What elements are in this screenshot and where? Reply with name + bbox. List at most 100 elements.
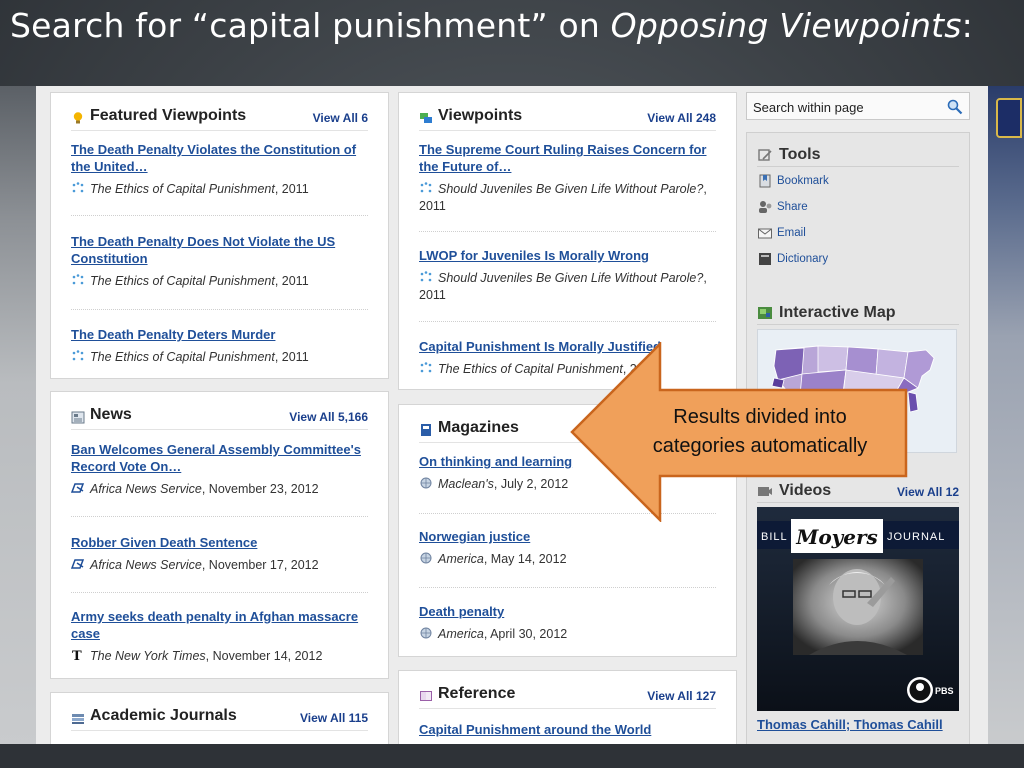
result-link[interactable]: Capital Punishment around the World — [419, 721, 716, 738]
tool-label: Dictionary — [777, 253, 829, 265]
banner-mid-text: Moyers — [795, 525, 878, 549]
divider — [71, 309, 368, 310]
nyt-logo-icon: T — [72, 649, 82, 661]
speech-bubbles-icon — [420, 113, 432, 123]
svg-text:T: T — [72, 649, 82, 661]
view-all-link[interactable]: View All 5,166 — [289, 410, 368, 424]
divider — [71, 215, 368, 216]
pbs-logo-text: PBS — [935, 686, 954, 696]
list-item: Robber Given Death Sentence Africa News … — [71, 534, 368, 574]
video-caption-link[interactable]: Thomas Cahill; Thomas Cahill — [757, 717, 943, 732]
divider — [419, 587, 716, 588]
list-item: Ban Welcomes General Assembly Committee'… — [71, 441, 368, 498]
news-wire-icon — [71, 559, 85, 569]
video-thumbnail[interactable]: BILL Moyers JOURNAL PBS — [757, 507, 959, 711]
viewpoint-icon — [72, 350, 84, 361]
result-link[interactable]: The Death Penalty Violates the Constitut… — [71, 141, 368, 175]
search-within-page — [746, 92, 970, 120]
academic-journals-panel: Academic Journals View All 115 — [50, 692, 389, 744]
result-link[interactable]: The Death Penalty Does Not Violate the U… — [71, 233, 368, 267]
panel-header: News View All 5,166 — [71, 404, 368, 430]
email-icon — [758, 228, 772, 239]
reference-panel: Reference View All 127 Capital Punishmen… — [398, 670, 737, 744]
panel-header: Reference View All 127 — [419, 683, 716, 709]
list-item: Norwegian justice America, May 14, 2012 — [419, 528, 716, 568]
result-meta: The Ethics of Capital Punishment, 2011 — [71, 181, 368, 198]
list-item: Capital Punishment around the World — [419, 721, 716, 738]
view-all-link[interactable]: View All 115 — [300, 711, 368, 725]
view-all-link[interactable]: View All 6 — [313, 111, 368, 125]
decorative-left-strip — [0, 86, 36, 746]
search-input[interactable] — [753, 98, 933, 116]
panel-header: Academic Journals View All 115 — [71, 705, 368, 731]
tool-label: Share — [777, 201, 808, 213]
panel-title: Viewpoints — [438, 107, 523, 124]
bookmark-icon — [759, 174, 771, 188]
featured-viewpoints-panel: Featured Viewpoints View All 6 The Death… — [50, 92, 389, 379]
list-item: The Death Penalty Violates the Constitut… — [71, 141, 368, 198]
globe-icon — [420, 477, 432, 489]
lightbulb-icon — [73, 112, 83, 124]
result-link[interactable]: LWOP for Juveniles Is Morally Wrong — [419, 247, 716, 264]
divider — [419, 321, 716, 322]
interactive-map-header: Interactive Map — [757, 301, 959, 325]
moyers-journal-thumbnail: BILL Moyers JOURNAL PBS — [757, 507, 959, 711]
panel-title: Magazines — [438, 419, 519, 436]
tool-label: Email — [777, 227, 806, 239]
newspaper-icon — [71, 411, 85, 424]
tools-header: Tools — [757, 143, 959, 167]
journal-stack-icon — [72, 714, 84, 724]
share-icon — [759, 201, 772, 213]
panel-title: Featured Viewpoints — [90, 107, 247, 124]
globe-icon — [420, 552, 432, 564]
view-all-link[interactable]: View All 248 — [647, 111, 716, 125]
result-meta: Africa News Service, November 17, 2012 — [71, 557, 368, 574]
panel-title: Reference — [438, 685, 516, 702]
result-meta: Should Juveniles Be Given Life Without P… — [419, 182, 707, 213]
callout-line-2: categories automatically — [652, 435, 868, 457]
result-meta: The Ethics of Capital Punishment, 2011 — [71, 349, 368, 366]
viewpoint-icon — [420, 182, 432, 193]
result-link[interactable]: The Supreme Court Ruling Raises Concern … — [419, 141, 716, 175]
tools-icon — [758, 149, 772, 161]
news-panel: News View All 5,166 Ban Welcomes General… — [50, 391, 389, 679]
police-badge-image — [996, 98, 1022, 138]
banner-left-text: BILL — [761, 531, 788, 543]
magazine-icon — [421, 424, 431, 436]
result-meta: Should Juveniles Be Given Life Without P… — [419, 271, 707, 302]
panel-header: Featured Viewpoints View All 6 — [71, 105, 368, 131]
result-link[interactable]: Death penalty — [419, 603, 716, 620]
panel-header: Viewpoints View All 248 — [419, 105, 716, 131]
slide-title: Search for “capital punishment” on Oppos… — [10, 6, 973, 45]
viewpoint-icon — [420, 271, 432, 282]
search-icon[interactable] — [947, 99, 963, 115]
viewpoint-icon — [72, 274, 84, 285]
result-meta: America, May 14, 2012 — [419, 551, 716, 568]
tools-title: Tools — [779, 146, 821, 163]
globe-icon — [420, 627, 432, 639]
panel-title: Academic Journals — [90, 707, 237, 724]
viewpoint-icon — [420, 362, 432, 373]
list-item: The Death Penalty Does Not Violate the U… — [71, 233, 368, 290]
viewpoint-icon — [72, 182, 84, 193]
result-link[interactable]: Robber Given Death Sentence — [71, 534, 368, 551]
divider — [419, 231, 716, 232]
result-meta: T The New York Times, November 14, 2012 — [72, 649, 323, 663]
slide-bottom-band — [0, 744, 1024, 768]
book-icon — [420, 691, 432, 701]
result-link[interactable]: Ban Welcomes General Assembly Committee'… — [71, 441, 368, 475]
result-link[interactable]: Norwegian justice — [419, 528, 716, 545]
divider — [71, 592, 368, 593]
list-item: The Supreme Court Ruling Raises Concern … — [419, 141, 716, 215]
result-meta: Africa News Service, November 23, 2012 — [71, 481, 368, 498]
list-item: The Death Penalty Deters Murder The Ethi… — [71, 326, 368, 366]
news-wire-icon — [71, 483, 85, 493]
result-link[interactable]: Army seeks death penalty in Afghan massa… — [71, 608, 368, 642]
result-link[interactable]: The Death Penalty Deters Murder — [71, 326, 368, 343]
list-item: Death penalty America, April 30, 2012 — [419, 603, 716, 643]
result-meta: The Ethics of Capital Punishment, 2011 — [71, 273, 368, 290]
list-item: Army seeks death penalty in Afghan massa… — [71, 608, 368, 665]
result-meta: America, April 30, 2012 — [419, 626, 716, 643]
banner-right-text: JOURNAL — [887, 531, 945, 543]
view-all-link[interactable]: View All 127 — [647, 689, 716, 703]
